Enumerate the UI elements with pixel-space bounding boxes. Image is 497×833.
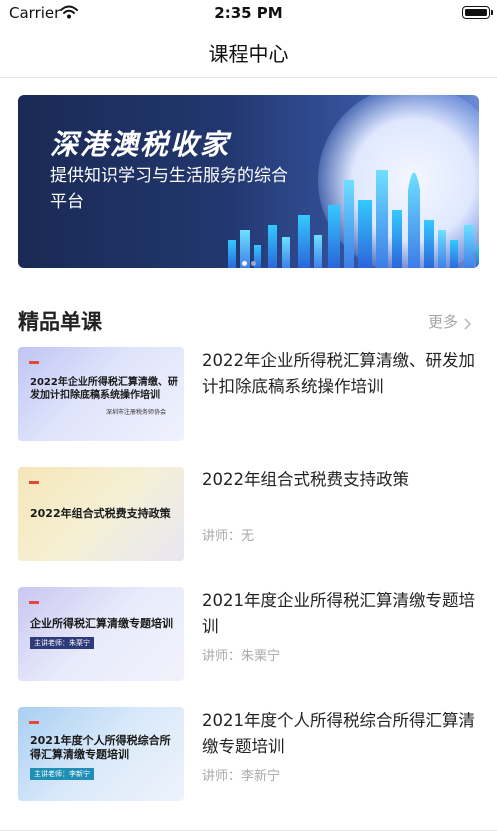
- more-link[interactable]: 更多: [428, 311, 458, 332]
- course-teacher: 讲师：无: [202, 529, 255, 544]
- thumb-title: 2021年度个人所得税综合所得汇算清缴专题培训: [30, 734, 171, 761]
- carousel-dot[interactable]: [250, 261, 256, 266]
- course-teacher: 讲师：朱栗宁: [202, 649, 281, 664]
- section-header: 精品单课 更多: [0, 306, 497, 336]
- bottom-divider: [0, 830, 497, 831]
- course-teacher: 讲师：李新宁: [202, 769, 281, 784]
- course-title[interactable]: 2022年企业所得税汇算清缴、研发加计扣除底稿系统操作培训: [202, 348, 477, 400]
- thumb-teacher-badge: 主讲老师：朱栗宁: [30, 637, 94, 649]
- course-thumbnail[interactable]: 2022年企业所得税汇算清缴、研发加计扣除底稿系统操作培训 深圳市注册税务师协会: [18, 347, 184, 441]
- thumb-organization: 深圳市注册税务师协会: [106, 409, 167, 416]
- battery-icon: [462, 6, 490, 19]
- thumb-title: 2022年组合式税费支持政策: [30, 507, 171, 520]
- thumb-accent-tag: [29, 481, 39, 484]
- banner-subtitle: 提供知识学习与生活服务的综合平台: [50, 166, 288, 212]
- status-bar: Carrier 2:35 PM: [0, 0, 497, 26]
- course-item[interactable]: 企业所得税汇算清缴专题培训 主讲老师：朱栗宁 2021年度企业所得税汇算清缴专题…: [0, 587, 497, 687]
- thumb-title: 2022年企业所得税汇算清缴、研发加计扣除底稿系统操作培训: [30, 377, 178, 401]
- thumb-accent-tag: [29, 361, 39, 364]
- chevron-right-icon[interactable]: [464, 315, 472, 334]
- status-time: 2:35 PM: [214, 4, 283, 22]
- thumb-accent-tag: [29, 601, 39, 604]
- course-title[interactable]: 2022年组合式税费支持政策: [202, 467, 477, 493]
- thumb-title: 企业所得税汇算清缴专题培训: [30, 617, 173, 630]
- course-item[interactable]: 2021年度个人所得税综合所得汇算清缴专题培训 主讲老师：李新宁 2021年度个…: [0, 707, 497, 807]
- banner-carousel[interactable]: 深港澳税收家 提供知识学习与生活服务的综合平台: [18, 95, 479, 268]
- course-item[interactable]: 2022年企业所得税汇算清缴、研发加计扣除底稿系统操作培训 深圳市注册税务师协会…: [0, 347, 497, 447]
- course-thumbnail[interactable]: 2022年组合式税费支持政策: [18, 467, 184, 561]
- course-title[interactable]: 2021年度企业所得税汇算清缴专题培训: [202, 588, 477, 640]
- course-item[interactable]: 2022年组合式税费支持政策 2022年组合式税费支持政策 讲师：无: [0, 467, 497, 567]
- course-thumbnail[interactable]: 2021年度个人所得税综合所得汇算清缴专题培训 主讲老师：李新宁: [18, 707, 184, 801]
- course-title[interactable]: 2021年度个人所得税综合所得汇算清缴专题培训: [202, 708, 477, 760]
- section-title: 精品单课: [18, 310, 102, 334]
- banner-title: 深港澳税收家: [50, 128, 231, 161]
- course-thumbnail[interactable]: 企业所得税汇算清缴专题培训 主讲老师：朱栗宁: [18, 587, 184, 681]
- battery-cap: [491, 10, 493, 15]
- carousel-pagination: [18, 251, 479, 268]
- page-title: 课程中心: [208, 42, 289, 66]
- nav-bar: 课程中心: [0, 26, 497, 78]
- carousel-dot-active[interactable]: [241, 261, 247, 266]
- thumb-accent-tag: [29, 721, 39, 724]
- thumb-teacher-badge: 主讲老师：李新宁: [30, 768, 94, 780]
